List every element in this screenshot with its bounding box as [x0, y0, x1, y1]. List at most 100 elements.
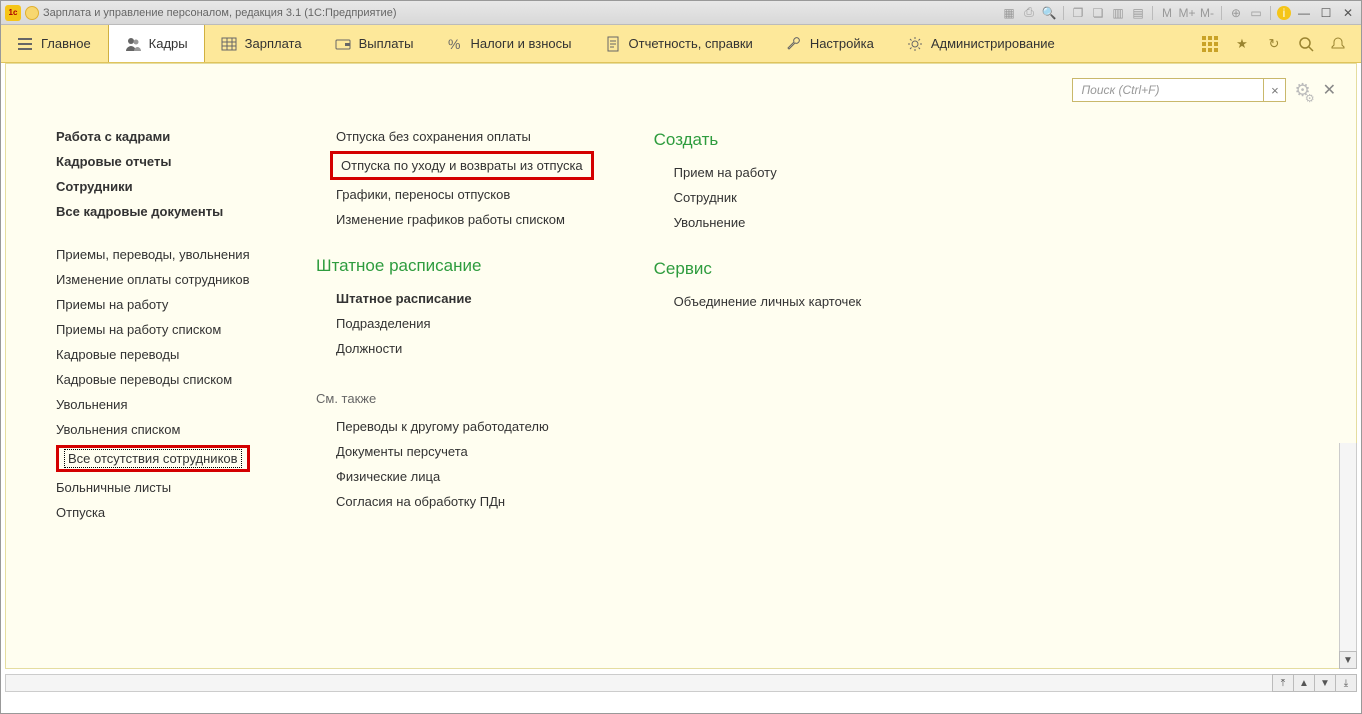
wrench-icon — [786, 36, 802, 52]
link-vacation-schedules[interactable]: Графики, переносы отпусков — [316, 182, 594, 207]
link-create-employee[interactable]: Сотрудник — [654, 185, 862, 210]
tb-mminus-icon[interactable]: M- — [1199, 5, 1215, 21]
bottom-scrollbar: ⤒ ▲ ▼ ⤓ — [5, 673, 1357, 693]
tb-print-icon[interactable]: ⎙ — [1021, 5, 1037, 21]
app-round-icon — [25, 6, 39, 20]
link-hires-list[interactable]: Приемы на работу списком — [56, 317, 256, 342]
star-icon[interactable]: ★ — [1233, 35, 1251, 53]
nav-item-hr[interactable]: Кадры — [108, 25, 205, 62]
panel-top-right: × ⚙⚙ ✕ — [1072, 78, 1340, 102]
column-3: Создать Прием на работу Сотрудник Увольн… — [654, 124, 862, 314]
link-pers-docs[interactable]: Документы персучета — [316, 439, 594, 464]
panel-close-button[interactable]: ✕ — [1319, 80, 1340, 100]
link-vacations[interactable]: Отпуска — [56, 500, 256, 525]
bell-icon[interactable] — [1329, 35, 1347, 53]
hscroll-track[interactable] — [5, 674, 1273, 692]
link-departments[interactable]: Подразделения — [316, 311, 594, 336]
nav-last-button[interactable]: ⤓ — [1335, 674, 1357, 692]
link-work-with-hr[interactable]: Работа с кадрами — [56, 124, 256, 149]
link-parental-leave-highlighted[interactable]: Отпуска по уходу и возвраты из отпуска — [330, 151, 594, 180]
link-positions[interactable]: Должности — [316, 336, 594, 361]
link-transfers[interactable]: Кадровые переводы — [56, 342, 256, 367]
link-unpaid-leave[interactable]: Отпуска без сохранения оплаты — [316, 124, 594, 149]
search-box: × — [1072, 78, 1286, 102]
link-dismissals[interactable]: Увольнения — [56, 392, 256, 417]
document-icon — [605, 36, 621, 52]
tb-plus-icon[interactable]: ⊕ — [1228, 5, 1244, 21]
nav-item-main[interactable]: Главное — [1, 25, 108, 62]
nav-item-settings[interactable]: Настройка — [770, 25, 891, 62]
link-pdn-consent[interactable]: Согласия на обработку ПДн — [316, 489, 594, 514]
link-all-hr-docs[interactable]: Все кадровые документы — [56, 199, 256, 224]
link-transfers-list[interactable]: Кадровые переводы списком — [56, 367, 256, 392]
see-also-label: См. также — [316, 379, 594, 414]
link-transfers-employer[interactable]: Переводы к другому работодателю — [316, 414, 594, 439]
nav-down-button[interactable]: ▼ — [1314, 674, 1336, 692]
section-service[interactable]: Сервис — [654, 253, 862, 289]
titlebar: 1c Зарплата и управление персоналом, ред… — [1, 1, 1361, 25]
tb-icon-1[interactable]: ▦ — [1001, 5, 1017, 21]
gear-icon — [907, 36, 923, 52]
nav-label: Отчетность, справки — [629, 36, 753, 51]
people-icon — [125, 36, 141, 52]
menu-icon — [17, 36, 33, 52]
main-nav: Главное Кадры Зарплата Выплаты % Налоги … — [1, 25, 1361, 63]
tb-m-icon[interactable]: M — [1159, 5, 1175, 21]
nav-first-button[interactable]: ⤒ — [1272, 674, 1294, 692]
search-clear-button[interactable]: × — [1263, 79, 1285, 101]
nav-label: Налоги и взносы — [470, 36, 571, 51]
link-create-hire[interactable]: Прием на работу — [654, 160, 862, 185]
link-hr-reports[interactable]: Кадровые отчеты — [56, 149, 256, 174]
tb-calc-icon[interactable]: ▤ — [1130, 5, 1146, 21]
link-all-absences[interactable]: Все отсутствия сотрудников — [65, 450, 241, 467]
search-icon[interactable] — [1297, 35, 1315, 53]
tb-info-icon[interactable]: i — [1277, 6, 1291, 20]
menu-columns: Работа с кадрами Кадровые отчеты Сотрудн… — [6, 64, 1356, 545]
link-employees[interactable]: Сотрудники — [56, 174, 256, 199]
nav-label: Зарплата — [245, 36, 302, 51]
tb-mplus-icon[interactable]: M+ — [1179, 5, 1195, 21]
nav-label: Администрирование — [931, 36, 1055, 51]
link-hires[interactable]: Приемы на работу — [56, 292, 256, 317]
nav-up-button[interactable]: ▲ — [1293, 674, 1315, 692]
nav-label: Настройка — [810, 36, 874, 51]
link-pay-change[interactable]: Изменение оплаты сотрудников — [56, 267, 256, 292]
link-sick-leaves[interactable]: Больничные листы — [56, 475, 256, 500]
svg-text:%: % — [448, 36, 460, 52]
nav-item-taxes[interactable]: % Налоги и взносы — [430, 25, 588, 62]
tb-preview-icon[interactable]: 🔍 — [1041, 5, 1057, 21]
right-scrollbar: ▼ — [1339, 443, 1357, 669]
nav-item-admin[interactable]: Администрирование — [891, 25, 1072, 62]
nav-item-salary[interactable]: Зарплата — [205, 25, 319, 62]
link-staffing-table[interactable]: Штатное расписание — [316, 286, 594, 311]
nav-label: Кадры — [149, 36, 188, 51]
history-icon[interactable]: ↻ — [1265, 35, 1283, 53]
section-staffing[interactable]: Штатное расписание — [316, 250, 594, 286]
link-all-absences-highlighted[interactable]: Все отсутствия сотрудников — [56, 445, 250, 472]
table-icon — [221, 36, 237, 52]
apps-grid-icon[interactable] — [1201, 35, 1219, 53]
content-area: × ⚙⚙ ✕ Работа с кадрами Кадровые отчеты … — [1, 63, 1361, 713]
tb-list-icon[interactable]: ▭ — [1248, 5, 1264, 21]
nav-item-reports[interactable]: Отчетность, справки — [589, 25, 770, 62]
search-input[interactable] — [1073, 79, 1263, 101]
window-maximize-button[interactable]: ☐ — [1317, 5, 1335, 21]
vscroll-track[interactable] — [1339, 443, 1357, 651]
window-minimize-button[interactable]: — — [1295, 5, 1313, 21]
settings-gear-icon[interactable]: ⚙⚙ — [1294, 80, 1310, 101]
link-hires-transfers[interactable]: Приемы, переводы, увольнения — [56, 242, 256, 267]
link-work-schedules-list[interactable]: Изменение графиков работы списком — [316, 207, 594, 232]
link-create-dismissal[interactable]: Увольнение — [654, 210, 862, 235]
window-title: Зарплата и управление персоналом, редакц… — [43, 7, 396, 19]
link-dismissals-list[interactable]: Увольнения списком — [56, 417, 256, 442]
tb-copy-icon[interactable]: ❐ — [1070, 5, 1086, 21]
window-close-button[interactable]: ✕ — [1339, 5, 1357, 21]
section-create[interactable]: Создать — [654, 124, 862, 160]
nav-right-tools: ★ ↻ — [1187, 25, 1361, 62]
nav-item-payments[interactable]: Выплаты — [319, 25, 431, 62]
tb-calendar-icon[interactable]: ▥ — [1110, 5, 1126, 21]
link-individuals[interactable]: Физические лица — [316, 464, 594, 489]
tb-paste-icon[interactable]: ❏ — [1090, 5, 1106, 21]
link-merge-cards[interactable]: Объединение личных карточек — [654, 289, 862, 314]
vscroll-down-button[interactable]: ▼ — [1339, 651, 1357, 669]
